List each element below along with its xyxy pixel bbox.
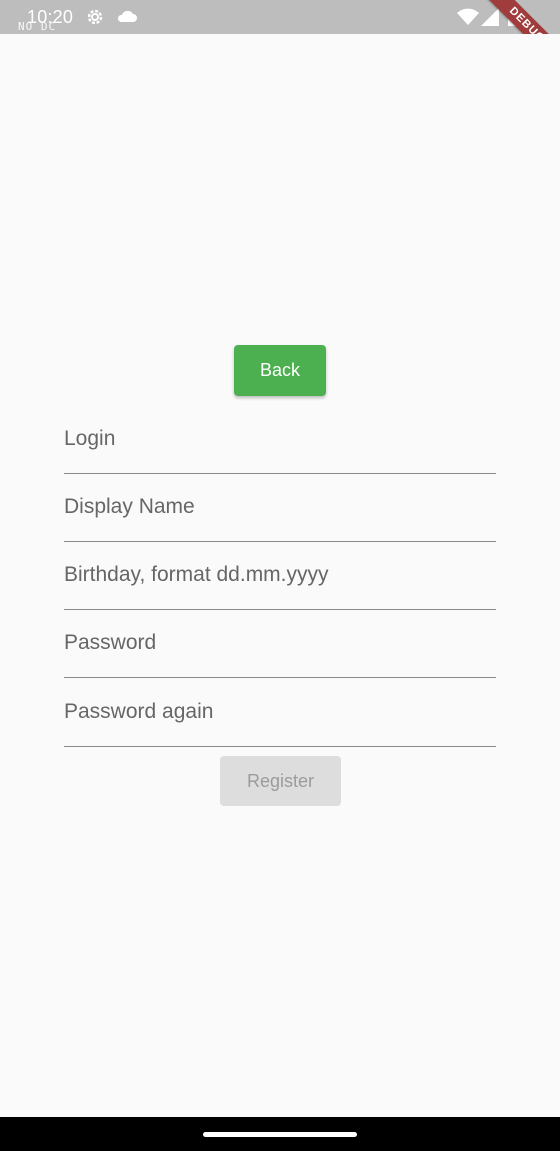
back-button[interactable]: Back bbox=[234, 345, 326, 396]
display-name-field[interactable] bbox=[64, 473, 496, 542]
password-field[interactable] bbox=[64, 609, 496, 678]
login-field[interactable] bbox=[64, 405, 496, 474]
birthday-input[interactable] bbox=[64, 541, 496, 609]
wifi-icon bbox=[457, 8, 479, 31]
no-dc-overlay: NO DC bbox=[18, 20, 57, 33]
register-button[interactable]: Register bbox=[220, 756, 341, 806]
cellular-signal-icon bbox=[481, 8, 499, 31]
password-input[interactable] bbox=[64, 609, 496, 677]
home-gesture-handle[interactable] bbox=[203, 1132, 357, 1137]
status-bar: 10:20 NO DC DEBUG bbox=[0, 0, 560, 34]
password-again-field[interactable] bbox=[64, 678, 496, 747]
cloud-icon bbox=[116, 7, 138, 32]
login-input[interactable] bbox=[64, 405, 496, 473]
password-again-input[interactable] bbox=[64, 678, 496, 746]
settings-gear-icon bbox=[85, 7, 105, 32]
navigation-bar bbox=[0, 1117, 560, 1151]
display-name-input[interactable] bbox=[64, 473, 496, 541]
birthday-field[interactable] bbox=[64, 541, 496, 610]
